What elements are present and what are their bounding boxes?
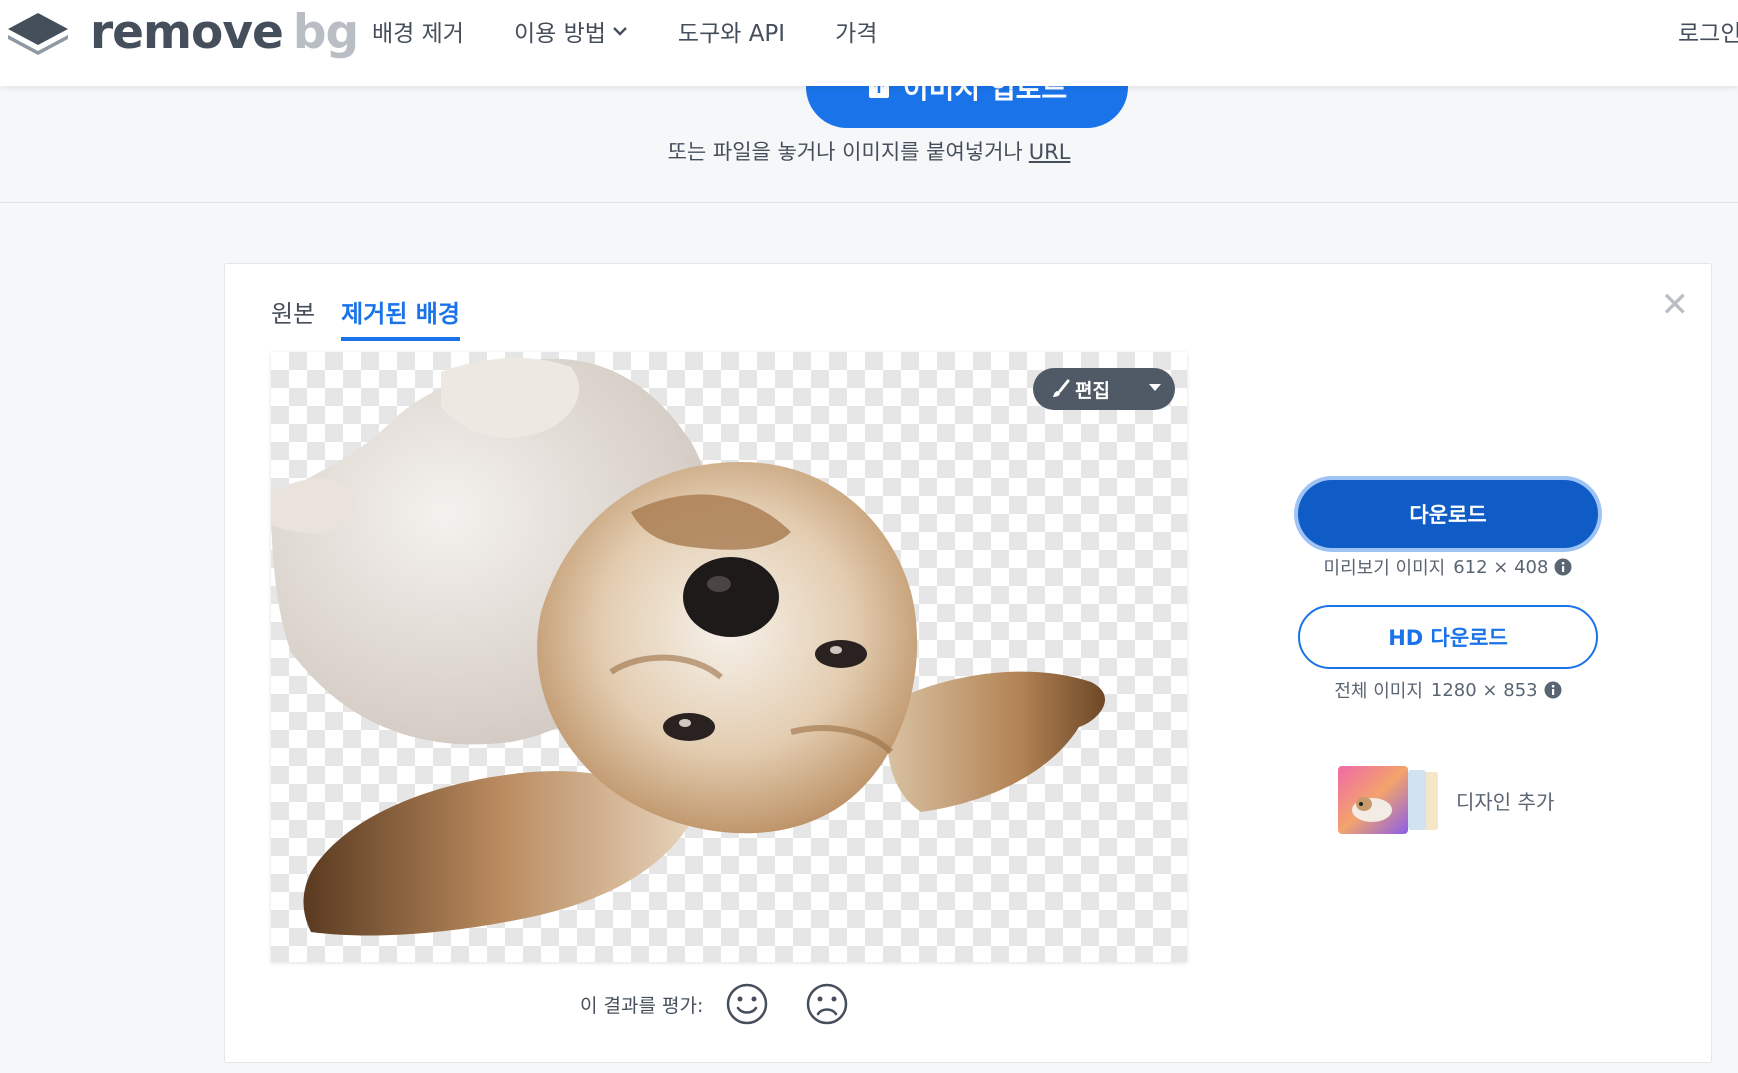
nav-item-label: 도구와 API <box>677 21 786 47</box>
result-preview: 편집 <box>271 352 1187 962</box>
full-info-label: 전체 이미지 <box>1334 681 1423 702</box>
chevron-down-icon <box>613 27 627 36</box>
logo[interactable]: remove bg <box>4 6 359 58</box>
close-icon[interactable]: ✕ <box>1661 288 1690 322</box>
nav-item-label: 가격 <box>835 21 878 47</box>
edit-button[interactable]: 편집 <box>1033 368 1175 410</box>
logo-layers-icon <box>8 13 68 55</box>
rating-label: 이 결과를 평가: <box>580 994 704 1017</box>
brand-word-remove: remove <box>90 4 284 60</box>
hd-download-button[interactable]: HD 다운로드 <box>1298 605 1598 669</box>
caret-down-icon[interactable] <box>1149 384 1161 392</box>
edit-button-label: 편집 <box>1075 379 1110 402</box>
tab-original[interactable]: 원본 <box>271 294 315 341</box>
info-icon[interactable] <box>1544 681 1562 699</box>
url-link[interactable]: URL <box>1029 140 1071 164</box>
nav-item-label: 배경 제거 <box>372 21 464 47</box>
download-button[interactable]: 다운로드 <box>1298 480 1598 548</box>
brush-icon <box>1053 379 1070 397</box>
result-card: 원본 제거된 배경 ✕ 편집 이 결과를 평가: 다운로드 미리보기 이미지 6… <box>224 263 1712 1063</box>
preview-info-label: 미리보기 이미지 <box>1323 558 1446 579</box>
upload-hint-text: 또는 파일을 놓거나 이미지를 붙여넣거나 <box>667 140 1023 164</box>
nav-item-pricing[interactable]: 가격 <box>835 14 877 48</box>
full-info-size: 1280 × 853 <box>1430 679 1538 701</box>
upload-hint: 또는 파일을 놓거나 이미지를 붙여넣거나 URL <box>0 136 1738 166</box>
main-nav: 배경 제거 이용 방법 도구와 API 가격 <box>372 14 927 48</box>
nav-item-remove-background[interactable]: 배경 제거 <box>372 14 464 48</box>
full-image-info: 전체 이미지 1280 × 853 <box>1225 677 1671 703</box>
top-header: remove bg 배경 제거 이용 방법 도구와 API 가격 로그인 <box>0 0 1738 86</box>
tab-removed-background[interactable]: 제거된 배경 <box>341 294 460 341</box>
result-tabs: 원본 제거된 배경 <box>271 294 486 341</box>
brand-name: remove bg <box>90 9 359 56</box>
nav-item-tools-api[interactable]: 도구와 API <box>678 14 785 48</box>
dog-image <box>271 357 1106 936</box>
brand-word-bg: bg <box>292 4 359 60</box>
preview-info-size: 612 × 408 <box>1453 556 1549 578</box>
info-icon[interactable] <box>1554 558 1572 576</box>
upload-section: 이미지 업로드 또는 파일을 놓거나 이미지를 붙여넣거나 URL <box>0 46 1738 203</box>
nav-item-label: 이용 방법 <box>513 21 606 47</box>
frown-icon[interactable] <box>805 982 849 1026</box>
preview-image-info: 미리보기 이미지 612 × 408 <box>1225 554 1671 580</box>
design-thumbnail <box>1338 766 1438 834</box>
add-design-label: 디자인 추가 <box>1456 789 1555 814</box>
login-link[interactable]: 로그인 <box>1678 14 1738 48</box>
smile-icon[interactable] <box>725 982 769 1026</box>
add-design-button[interactable]: 디자인 추가 <box>1338 766 1554 834</box>
rating-section: 이 결과를 평가: <box>580 982 885 1026</box>
nav-item-how-to-use[interactable]: 이용 방법 <box>514 14 628 48</box>
